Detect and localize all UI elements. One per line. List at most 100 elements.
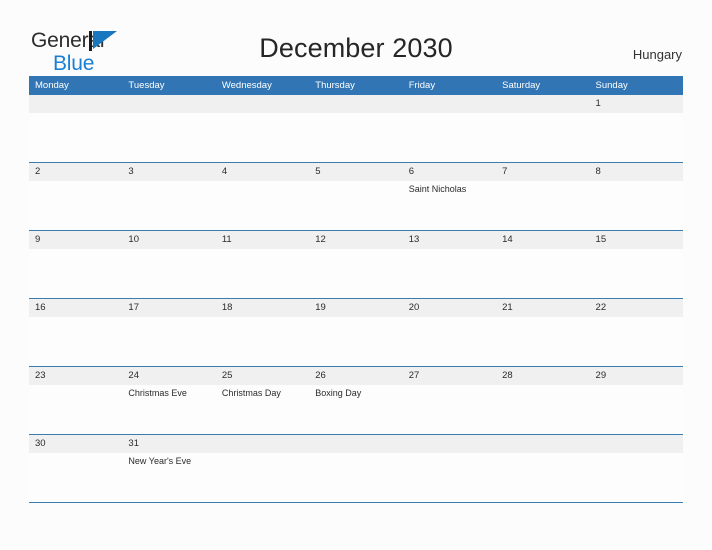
day-cell[interactable] — [216, 249, 309, 297]
weekday-header-monday: Monday — [35, 80, 69, 91]
day-cell[interactable] — [403, 317, 496, 365]
day-cell[interactable] — [216, 453, 309, 501]
day-number[interactable]: 26 — [309, 367, 402, 385]
day-cell[interactable] — [122, 113, 215, 161]
day-cell[interactable] — [496, 113, 589, 161]
day-number[interactable]: 28 — [496, 367, 589, 385]
day-cell[interactable] — [590, 385, 683, 433]
holiday-label: Christmas Eve — [128, 388, 187, 398]
week-event-strip — [29, 113, 683, 161]
day-number[interactable]: 23 — [29, 367, 122, 385]
day-number[interactable]: 7 — [496, 163, 589, 181]
week-event-strip: New Year's Eve — [29, 453, 683, 501]
holiday-label: Boxing Day — [315, 388, 362, 398]
day-cell[interactable] — [216, 317, 309, 365]
day-cell[interactable] — [590, 181, 683, 229]
weekday-header-tuesday: Tuesday — [128, 80, 165, 91]
day-number[interactable]: 9 — [29, 231, 122, 249]
day-cell[interactable] — [403, 453, 496, 501]
day-number[interactable]: 1 — [590, 95, 683, 113]
day-number[interactable]: 25 — [216, 367, 309, 385]
weekday-header-friday: Friday — [408, 80, 436, 91]
day-number[interactable]: 8 — [590, 163, 683, 181]
day-cell[interactable] — [29, 317, 122, 365]
day-number[interactable]: 3 — [122, 163, 215, 181]
day-number[interactable]: 20 — [403, 299, 496, 317]
day-cell[interactable] — [309, 317, 402, 365]
day-number[interactable]: 29 — [590, 367, 683, 385]
day-cell[interactable] — [590, 113, 683, 161]
day-number[interactable]: 6 — [403, 163, 496, 181]
day-number[interactable]: 21 — [496, 299, 589, 317]
calendar-weeks: 1 2 3 4 5 6 7 8 Saint Nicholas 9 10 11 12 13 14 15 16 17 1… — [29, 95, 683, 502]
weekday-header-wednesday: Wednesday — [221, 80, 272, 91]
week-date-strip: 2345678 — [29, 163, 683, 181]
week-event-strip — [29, 317, 683, 365]
day-number[interactable]: 12 — [309, 231, 402, 249]
day-cell[interactable] — [29, 453, 122, 501]
day-number[interactable]: 16 — [29, 299, 122, 317]
weekday-header-sunday: Sunday — [595, 80, 628, 91]
day-cell[interactable] — [496, 453, 589, 501]
day-cell[interactable] — [403, 385, 496, 433]
holiday-label: Saint Nicholas — [408, 184, 467, 194]
calendar-week-row: 16 17 18 19 20 21 22 — [29, 298, 683, 366]
day-number[interactable]: 27 — [403, 367, 496, 385]
day-cell[interactable] — [29, 113, 122, 161]
day-cell[interactable]: Boxing Day — [309, 385, 402, 433]
holiday-label: Christmas Day — [221, 388, 281, 398]
day-cell[interactable] — [309, 453, 402, 501]
calendar-bottom-rule — [29, 502, 683, 503]
day-cell[interactable] — [496, 385, 589, 433]
day-number[interactable]: 5 — [309, 163, 402, 181]
day-cell[interactable] — [590, 249, 683, 297]
day-cell[interactable] — [29, 181, 122, 229]
day-number[interactable]: 14 — [496, 231, 589, 249]
day-cell[interactable] — [122, 317, 215, 365]
day-cell[interactable] — [216, 181, 309, 229]
day-cell[interactable] — [122, 249, 215, 297]
day-number[interactable]: 11 — [216, 231, 309, 249]
calendar-page: General Blue December 2030 Hungary Monda… — [0, 0, 712, 550]
day-number[interactable]: 4 — [216, 163, 309, 181]
day-cell[interactable]: Saint Nicholas — [403, 181, 496, 229]
weekday-header-saturday: Saturday — [502, 80, 541, 91]
day-cell[interactable]: New Year's Eve — [122, 453, 215, 501]
day-cell[interactable] — [122, 181, 215, 229]
day-number[interactable]: 10 — [122, 231, 215, 249]
day-cell[interactable] — [590, 317, 683, 365]
day-number[interactable]: 30 — [29, 435, 122, 453]
day-cell[interactable] — [309, 249, 402, 297]
day-cell[interactable] — [29, 385, 122, 433]
day-number-empty — [309, 95, 402, 113]
day-number[interactable]: 13 — [403, 231, 496, 249]
calendar-week-row: 23 24 25 26 27 28 29 Christmas Eve Christmas Day… — [29, 366, 683, 434]
day-cell[interactable] — [403, 249, 496, 297]
day-number[interactable]: 19 — [309, 299, 402, 317]
day-cell[interactable] — [403, 113, 496, 161]
weekday-header-row: Monday Tuesday Wednesday Thursday Friday Satu… — [29, 76, 683, 95]
day-cell[interactable] — [496, 317, 589, 365]
day-cell[interactable] — [496, 249, 589, 297]
week-event-strip: Saint Nicholas — [29, 181, 683, 229]
week-date-strip: 1 — [29, 95, 683, 113]
day-cell[interactable]: Christmas Eve — [122, 385, 215, 433]
day-number-empty — [29, 95, 122, 113]
day-number[interactable]: 24 — [122, 367, 215, 385]
day-number-empty — [216, 435, 309, 453]
day-number[interactable]: 2 — [29, 163, 122, 181]
day-cell[interactable]: Christmas Day — [216, 385, 309, 433]
day-cell[interactable] — [216, 113, 309, 161]
day-number[interactable]: 31 — [122, 435, 215, 453]
day-cell[interactable] — [590, 453, 683, 501]
day-number[interactable]: 17 — [122, 299, 215, 317]
day-cell[interactable] — [496, 181, 589, 229]
page-title: December 2030 — [259, 33, 453, 63]
day-cell[interactable] — [29, 249, 122, 297]
day-number[interactable]: 18 — [216, 299, 309, 317]
day-number[interactable]: 15 — [590, 231, 683, 249]
day-cell[interactable] — [309, 181, 402, 229]
day-number[interactable]: 22 — [590, 299, 683, 317]
day-number-empty — [216, 95, 309, 113]
day-cell[interactable] — [309, 113, 402, 161]
